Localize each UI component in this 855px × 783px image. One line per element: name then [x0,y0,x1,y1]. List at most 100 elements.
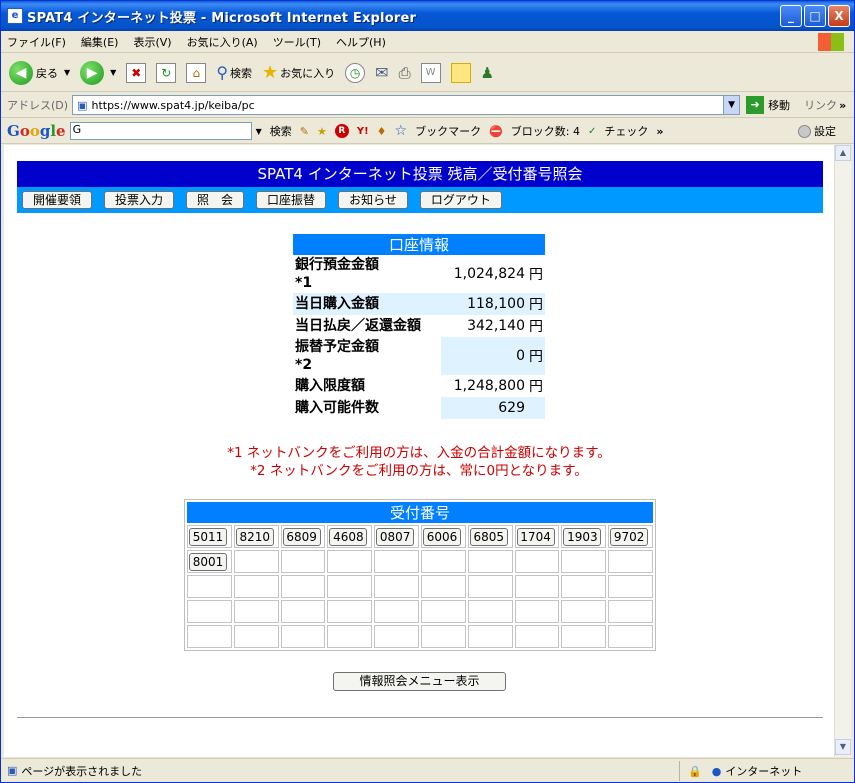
security-zone: 🔒 ● インターネット [679,761,802,781]
popup-blocker-icon: ⛔ [489,124,503,138]
chevron-down-icon[interactable]: ▼ [723,96,740,114]
scroll-down-icon[interactable]: ▼ [835,739,851,755]
row-value: 1,248,800 [453,378,525,394]
info-menu-button[interactable]: 情報照会メニュー表示 [333,672,506,691]
menu-view[interactable]: 表示(V) [133,34,171,50]
minimize-button[interactable]: _ [780,5,802,27]
google-search-input[interactable]: G [69,122,252,140]
back-label: 戻る [36,66,58,80]
favorites-button[interactable]: ★ お気に入り [262,62,335,83]
table-row: 当日払戻／返還金額 342,140 円 [293,315,545,337]
table-row: 8001 [187,550,653,573]
address-bar: アドレス(D) ▣ https://www.spat4.jp/keiba/pc … [1,93,854,118]
stop-icon[interactable]: ✖ [126,62,147,83]
receipt-number-button[interactable]: 5011 [189,527,227,546]
receipt-number-button[interactable]: 1903 [563,527,602,546]
forward-button[interactable]: ▶ ▼ [80,60,116,85]
scroll-up-icon[interactable]: ▲ [835,145,851,161]
address-input[interactable]: ▣ https://www.spat4.jp/keiba/pc ▼ [72,95,741,115]
nav-furikae-button[interactable]: 口座振替 [256,191,327,209]
google-logo: Google [7,122,66,140]
window-title: SPAT4 インターネット投票 - Microsoft Internet Exp… [27,10,417,26]
chevron-right-icon[interactable]: » [839,99,846,112]
search-button[interactable]: ⚲ 検索 [216,63,252,82]
title-bar[interactable]: e SPAT4 インターネット投票 - Microsoft Internet E… [1,1,854,31]
row-label: 購入限度額 [295,378,365,394]
nav-kaisai-button[interactable]: 開催要領 [22,191,93,209]
bookmark-star-icon: ☆ [394,123,408,139]
menu-favorites[interactable]: お気に入り(A) [187,34,258,50]
home-icon[interactable]: ⌂ [186,62,207,83]
table-row [187,600,653,623]
settings-button[interactable]: 設定 [798,123,836,139]
pagerank-icon[interactable]: ★ [317,125,327,138]
zone-label: インターネット [725,765,803,778]
nav-tohyo-button[interactable]: 投票入力 [104,191,175,209]
account-info-table: 口座情報 銀行預金金額 *1 1,024,824 円 当日購入金額 118,100… [293,234,545,419]
receipt-number-button[interactable]: 1704 [516,527,555,546]
receipt-number-button[interactable]: 0807 [376,527,415,546]
receipt-number-button[interactable]: 9702 [610,527,649,546]
page-content: SPAT4 インターネット投票 残高／受付番号照会 開催要領 投票入力 照 会 … [4,145,834,757]
row-label: 銀行預金金額 *1 [295,257,379,291]
table-row [187,575,653,598]
google-search-button[interactable]: 検索 [270,123,292,139]
receipt-number-button[interactable]: 8001 [189,552,227,571]
nav-oshirase-button[interactable]: お知らせ [338,191,408,209]
row-value: 1,024,824 [453,266,525,282]
go-arrow-icon: ➜ [746,96,765,114]
row-unit: 円 [529,379,543,395]
menu-help[interactable]: ヘルプ(H) [336,34,386,50]
receipt-number-button[interactable]: 8210 [235,527,274,546]
chevron-down-icon[interactable]: ▼ [256,127,262,136]
check-button[interactable]: チェック [604,123,648,139]
receipt-number-button[interactable]: 4608 [329,527,368,546]
mail-icon[interactable]: ✉ [375,63,388,82]
go-button[interactable]: ➜ 移動 [746,96,790,114]
menu-edit[interactable]: 編集(E) [81,34,119,50]
word-icon[interactable]: W [420,62,441,83]
table-row: 購入限度額 1,248,800 円 [293,375,545,397]
close-button[interactable]: X [828,5,850,27]
receipt-number-button[interactable]: 6006 [422,527,461,546]
favorites-label: お気に入り [280,66,336,80]
nav-logout-button[interactable]: ログアウト [419,191,502,209]
note-2: *2 ネットバンクをご利用の方は、常に0円となります。 [250,463,588,479]
refresh-icon[interactable]: ↻ [156,62,177,83]
history-icon[interactable]: ◷ [345,62,366,83]
row-label: 当日払戻／返還金額 [295,318,421,334]
table-row: 当日購入金額 118,100 円 [293,293,545,315]
menu-tools[interactable]: ツール(T) [273,34,321,50]
receipt-header: 受付番号 [187,502,653,523]
gift-icon[interactable]: ♦ [377,125,387,138]
vertical-scrollbar[interactable]: ▲ ▼ [834,145,851,757]
links-label[interactable]: リンク [804,97,837,113]
print-icon[interactable]: ⎙ [399,64,411,82]
news-icon[interactable]: ✎ [300,125,309,138]
divider [17,717,823,718]
table-row: 銀行預金金額 *1 1,024,824 円 [293,255,545,293]
lock-icon[interactable]: 🔒 [688,765,702,778]
row-value: 629 [441,397,527,419]
row-unit: 円 [529,267,543,283]
receipt-number-button[interactable]: 6809 [282,527,321,546]
browser-window: e SPAT4 インターネット投票 - Microsoft Internet E… [0,0,855,783]
nav-shokai-button[interactable]: 照 会 [186,191,245,209]
back-button[interactable]: ◀ 戻る ▼ [9,60,70,85]
spellcheck-icon: ✓ [588,125,597,137]
row-value: 0 [441,337,527,375]
r-icon[interactable]: R [334,124,349,138]
chevron-right-icon[interactable]: » [656,125,663,138]
bookmarks-button[interactable]: ブックマーク [415,123,481,139]
menu-file[interactable]: ファイル(F) [7,34,66,50]
menu-bar: ファイル(F) 編集(E) 表示(V) お気に入り(A) ツール(T) ヘルプ(… [1,31,854,53]
messenger-icon[interactable]: ♟ [481,64,494,82]
blocked-count[interactable]: ブロック数: 4 [511,123,580,139]
maximize-button[interactable]: □ [804,5,826,27]
settings-icon [798,124,811,138]
note-icon[interactable] [450,62,471,83]
google-toolbar: Google G ▼ 検索 ✎ ★ R Y! ♦ ☆ ブックマーク ⛔ ブロック… [1,119,854,144]
status-bar: ▣ ページが表示されました 🔒 ● インターネット [1,758,854,782]
receipt-number-button[interactable]: 6805 [469,527,508,546]
yahoo-icon[interactable]: Y! [357,126,369,137]
